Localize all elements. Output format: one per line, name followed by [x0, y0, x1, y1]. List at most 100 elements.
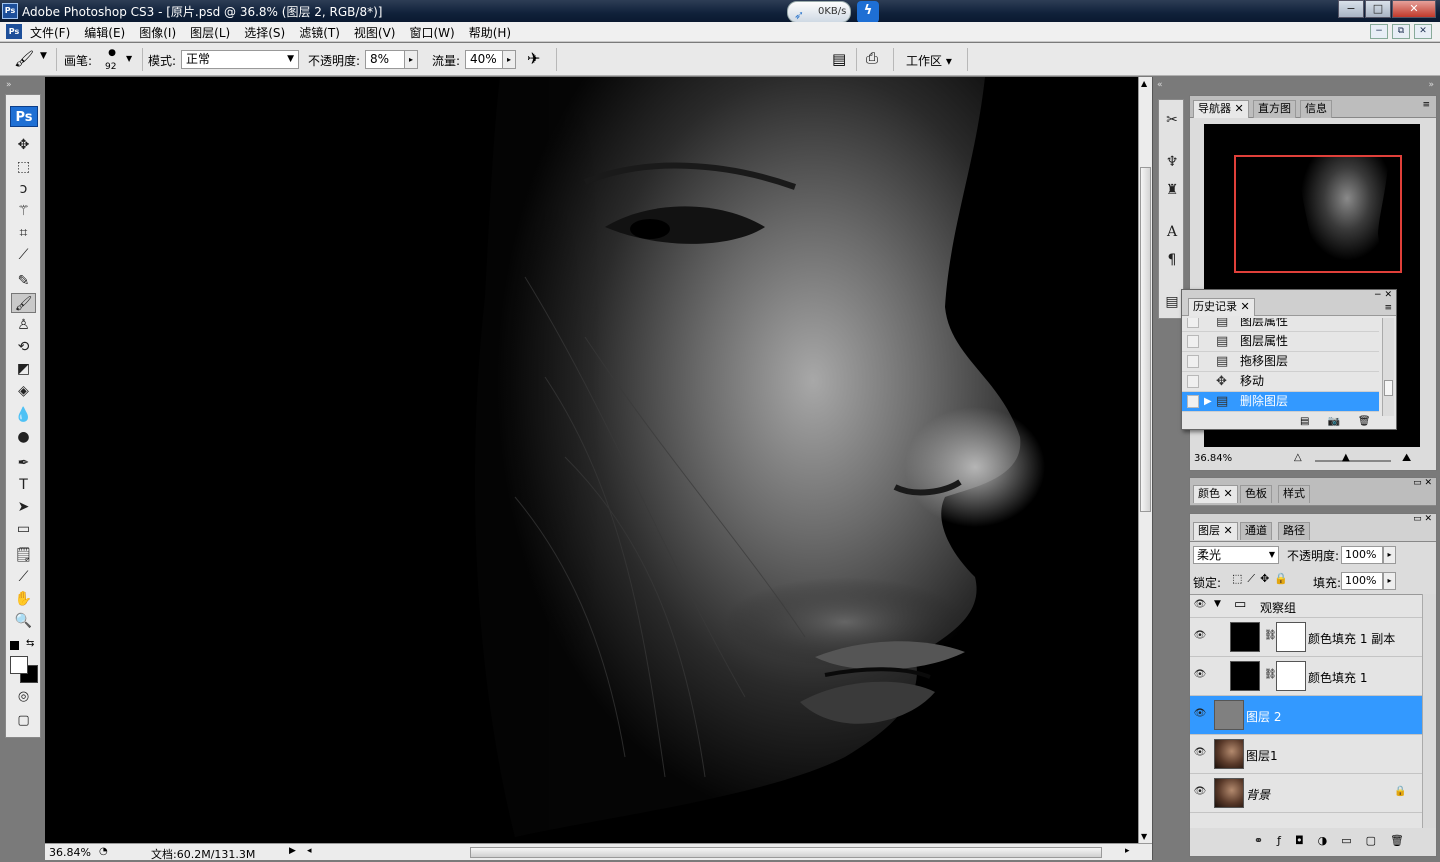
zoom-slider[interactable] — [1315, 460, 1391, 462]
scroll-left-icon[interactable]: ◂ — [307, 846, 312, 856]
slice-tool-icon[interactable]: ⟋ — [11, 245, 36, 265]
layer-row[interactable]: 👁 ⛓ 颜色填充 1 — [1190, 657, 1422, 696]
layer-row[interactable]: 👁 图层1 — [1190, 735, 1422, 774]
foreground-color-swatch[interactable] — [10, 656, 28, 674]
tab-paths[interactable]: 路径 — [1278, 522, 1310, 540]
document-canvas[interactable] — [45, 77, 1138, 843]
eye-icon[interactable]: 👁 — [1193, 747, 1207, 761]
flow-input[interactable]: 40% — [465, 50, 503, 69]
quick-mask-icon[interactable]: ◎ — [11, 687, 36, 707]
panel-menu-icon[interactable]: ≡ — [1384, 303, 1392, 313]
airbrush-icon[interactable]: ✈ — [527, 49, 540, 68]
type-tool-icon[interactable]: T — [11, 475, 36, 495]
swap-colors-icon[interactable]: ⇆ — [26, 638, 34, 649]
vertical-scroll-thumb[interactable] — [1140, 167, 1151, 512]
navigator-zoom[interactable]: 36.84% — [1194, 453, 1232, 464]
paint-bucket-tool-icon[interactable]: ◈ — [11, 381, 36, 401]
history-snapshot-checkbox[interactable] — [1187, 335, 1199, 348]
status-menu-arrow-icon[interactable]: ▶ — [289, 846, 296, 856]
history-snapshot-checkbox[interactable] — [1187, 375, 1199, 388]
opacity-input[interactable]: 8% — [365, 50, 405, 69]
blur-tool-icon[interactable]: 💧 — [11, 405, 36, 425]
tab-channels[interactable]: 通道 — [1240, 522, 1272, 540]
eraser-tool-icon[interactable]: ◩ — [11, 359, 36, 379]
panel-controls-icon[interactable]: ▭ ✕ — [1413, 514, 1432, 524]
brushes-panel-icon[interactable]: ♆ — [1161, 151, 1183, 173]
tool-preset-dropdown-icon[interactable]: ▼ — [40, 51, 47, 61]
workspace-menu[interactable]: 工作区 ▾ — [906, 52, 952, 69]
tab-navigator[interactable]: 导航器 ✕ — [1193, 100, 1249, 118]
history-footer-buttons[interactable]: ▤📷🗑 — [1300, 416, 1389, 427]
fill-input[interactable]: 100% — [1341, 572, 1383, 590]
scroll-up-icon[interactable]: ▲ — [1141, 79, 1147, 88]
menu-view[interactable]: 视图(V) — [354, 24, 396, 41]
screen-mode-icon[interactable]: ▢ — [11, 711, 36, 731]
opacity-arrow-icon[interactable]: ▸ — [1383, 546, 1396, 564]
tab-histogram[interactable]: 直方图 — [1253, 100, 1296, 118]
menu-window[interactable]: 窗口(W) — [409, 24, 454, 41]
eye-icon[interactable]: 👁 — [1193, 786, 1207, 800]
zoom-tool-icon[interactable]: 🔍 — [11, 611, 36, 631]
collapse-panels-icon[interactable]: » — [1428, 80, 1434, 90]
document-menu-icon[interactable]: Ps — [6, 24, 22, 39]
horizontal-scroll-thumb[interactable] — [470, 847, 1102, 858]
link-icon[interactable]: ⛓ — [1264, 630, 1277, 641]
tool-preset-icon[interactable]: 🖌 — [14, 49, 34, 68]
history-item[interactable]: ▤ 图层属性 — [1182, 332, 1379, 352]
hand-tool-icon[interactable]: ✋ — [11, 589, 36, 609]
expand-dock-icon[interactable]: « — [1157, 80, 1163, 90]
clone-stamp-tool-icon[interactable]: ♙ — [11, 315, 36, 335]
brush-picker-arrow-icon[interactable]: ▼ — [126, 54, 132, 63]
tab-styles[interactable]: 样式 — [1278, 485, 1310, 503]
scroll-right-icon[interactable]: ▸ — [1125, 846, 1130, 856]
eye-icon[interactable]: 👁 — [1193, 708, 1207, 722]
doc-close-button[interactable]: ✕ — [1414, 24, 1432, 39]
history-item[interactable]: ✥ 移动 — [1182, 372, 1379, 392]
menu-file[interactable]: 文件(F) — [30, 24, 70, 41]
history-item[interactable]: ▶ ▤ 删除图层 — [1182, 392, 1379, 412]
healing-brush-tool-icon[interactable]: ✎ — [11, 271, 36, 291]
layer-mask-thumbnail[interactable] — [1276, 622, 1306, 652]
history-snapshot-checkbox[interactable] — [1187, 318, 1199, 328]
magic-wand-tool-icon[interactable]: ⚚ — [11, 201, 36, 221]
history-item[interactable]: ▤ 拖移图层 — [1182, 352, 1379, 372]
panel-controls-icon[interactable]: − ✕ — [1374, 290, 1392, 300]
history-item[interactable]: ▤ 图层属性 — [1182, 318, 1379, 332]
menu-select[interactable]: 选择(S) — [244, 24, 285, 41]
paragraph-panel-icon[interactable]: ¶ — [1161, 249, 1183, 271]
vertical-scrollbar[interactable]: ▲ ▼ — [1138, 77, 1152, 843]
menu-filter[interactable]: 滤镜(T) — [299, 24, 340, 41]
eye-icon[interactable]: 👁 — [1193, 669, 1207, 683]
collapse-toolbox-icon[interactable]: » — [6, 80, 12, 90]
tab-history[interactable]: 历史记录 ✕ — [1188, 298, 1255, 316]
default-colors-icon[interactable] — [10, 641, 19, 650]
notes-tool-icon[interactable]: 🗒 — [11, 545, 36, 565]
close-button[interactable]: ✕ — [1392, 0, 1436, 18]
scroll-down-icon[interactable]: ▼ — [1141, 832, 1147, 841]
app-icon[interactable]: Ps — [2, 3, 18, 19]
eye-icon[interactable]: 👁 — [1193, 599, 1207, 613]
history-scroll-thumb[interactable] — [1384, 380, 1393, 396]
history-snapshot-checkbox[interactable] — [1187, 395, 1199, 408]
palette-toggle-icon[interactable]: ▤ — [832, 50, 846, 68]
doc-restore-button[interactable]: ⧉ — [1392, 24, 1410, 39]
history-brush-tool-icon[interactable]: ⟲ — [11, 337, 36, 357]
blend-mode-select[interactable]: 柔光 ▼ — [1193, 546, 1279, 564]
network-speed-widget[interactable]: ➶ 0KB/s — [787, 1, 851, 23]
zoom-in-icon[interactable]: ⛰ — [1402, 451, 1411, 465]
bridge-icon[interactable]: ⎙ — [866, 49, 878, 67]
link-icon[interactable]: ⛓ — [1264, 669, 1277, 680]
zoom-out-icon[interactable]: △ — [1294, 452, 1302, 463]
zoom-slider-handle[interactable]: ▲ — [1342, 452, 1350, 463]
brush-preview[interactable]: ● — [106, 48, 118, 58]
layers-scrollbar[interactable] — [1422, 594, 1436, 828]
shape-tool-icon[interactable]: ▭ — [11, 519, 36, 539]
tab-color[interactable]: 颜色 ✕ — [1193, 485, 1238, 503]
brush-tool-icon[interactable]: 🖌 — [11, 293, 36, 313]
menu-edit[interactable]: 编辑(E) — [84, 24, 125, 41]
history-scrollbar[interactable] — [1382, 318, 1394, 416]
fill-arrow-icon[interactable]: ▸ — [1383, 572, 1396, 590]
tool-presets-icon[interactable]: ✂ — [1161, 109, 1183, 131]
navigator-view-rect[interactable] — [1234, 155, 1402, 273]
eyedropper-tool-icon[interactable]: ⟋ — [11, 567, 36, 587]
